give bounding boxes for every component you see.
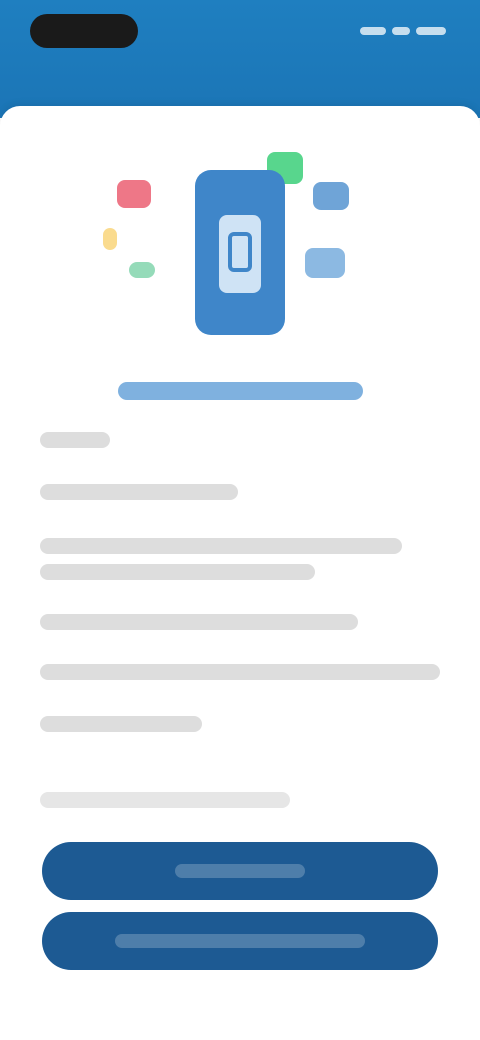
primary-button-label	[175, 864, 305, 878]
status-item	[416, 27, 446, 35]
status-indicators	[360, 24, 446, 38]
content-heading	[40, 432, 110, 448]
decor-dot	[117, 180, 151, 208]
content-line	[40, 484, 238, 500]
decor-dot	[129, 262, 155, 278]
phone-icon	[195, 170, 285, 335]
primary-button[interactable]	[42, 842, 438, 900]
camera-notch	[30, 14, 138, 48]
content-line	[40, 664, 440, 680]
decor-dot	[313, 182, 349, 210]
status-item	[392, 27, 410, 35]
content-line	[40, 538, 402, 554]
status-item	[360, 27, 386, 35]
decor-dot	[103, 228, 117, 250]
content-line	[40, 716, 202, 732]
app-header	[0, 0, 480, 118]
secondary-button-label	[115, 934, 365, 948]
content-line	[40, 564, 315, 580]
content-line	[40, 614, 358, 630]
secondary-button[interactable]	[42, 912, 438, 970]
hero-illustration	[95, 150, 365, 350]
footer-note	[40, 792, 290, 808]
decor-dot	[305, 248, 345, 278]
lock-icon	[228, 232, 252, 272]
illustration-shadow	[118, 382, 363, 400]
